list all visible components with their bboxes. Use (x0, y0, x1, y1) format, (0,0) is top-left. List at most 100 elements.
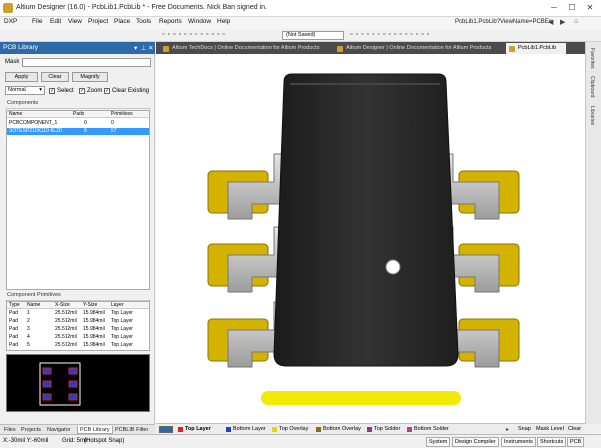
select-checkbox[interactable]: ✓ (49, 88, 55, 94)
mode-select[interactable]: Normal ▾ (5, 86, 45, 95)
magnify-button[interactable]: Magnify (72, 72, 108, 82)
mask-input[interactable] (22, 58, 151, 67)
zoom-label: Zoom (87, 88, 103, 94)
home-icon[interactable]: ⌂ (574, 18, 578, 25)
prim-layer: Top Layer (111, 334, 133, 340)
layer-tab-top[interactable]: Top Layer (178, 426, 211, 434)
nav-back-icon[interactable]: ◀ (548, 18, 553, 26)
component-row[interactable]: SOTESP210X110-6L20 6 57 (7, 128, 149, 135)
panel-pin-icon[interactable]: ⊥ (141, 44, 147, 52)
altium-logo-icon (3, 3, 13, 13)
instruments-button[interactable]: Instruments (501, 437, 536, 447)
clear-existing-checkbox[interactable]: ✓ (104, 88, 110, 94)
layer-swatch (178, 427, 183, 432)
layer-swatch (226, 427, 231, 432)
menu-help[interactable]: Help (217, 18, 230, 25)
layer-tab-bottom[interactable]: Bottom Layer (226, 426, 266, 434)
preview-pad (42, 393, 52, 401)
table-row[interactable]: Pad 4 25.512mil 15.984mil Top Layer (7, 334, 149, 341)
component-primitives: 0 (111, 120, 114, 126)
col-prim-name[interactable]: Name (27, 302, 40, 309)
pcb-library-panel: PCB Library ▾ ⊥ ✕ Mask Apply Clear Magni… (0, 42, 155, 424)
menu-view[interactable]: View (68, 18, 82, 25)
tab-designer-docs-label: Altium Designer | Online Documentation f… (346, 45, 492, 51)
layer-label: Bottom Solder (414, 426, 449, 432)
menu-reports[interactable]: Reports (159, 18, 182, 25)
layer-color-icon[interactable] (159, 426, 173, 433)
mask-label: Mask (5, 59, 20, 65)
footprint-preview[interactable] (6, 354, 150, 412)
close-button[interactable]: ✕ (581, 2, 599, 14)
document-path: PcbLib1.PcbLib?ViewName=PCBEc (455, 19, 552, 25)
layer-label: Top Layer (185, 426, 211, 432)
tab-projects[interactable]: Projects (19, 426, 43, 434)
tab-pcb-library[interactable]: PCB Library (77, 426, 113, 434)
pcb-button[interactable]: PCB (567, 437, 585, 447)
design-compiler-button[interactable]: Design Compiler (452, 437, 499, 447)
table-row[interactable]: Pad 5 25.512mil 15.984mil Top Layer (7, 342, 149, 349)
prim-xsize: 25.512mil (55, 310, 77, 316)
snap-mode: (Hotspot Snap) (84, 438, 125, 444)
tab-pcblib[interactable]: PcbLib1.PcbLib (506, 43, 566, 54)
components-header-row: Name Pads Primitives (7, 111, 149, 118)
primitives-grid: Type Name X-Size Y-Size Layer Pad 1 25.5… (6, 301, 150, 351)
prim-xsize: 25.512mil (55, 342, 77, 348)
prim-ysize: 15.984mil (83, 326, 105, 332)
col-ysize[interactable]: Y-Size (83, 302, 97, 309)
table-row[interactable]: Pad 1 25.512mil 15.984mil Top Layer (7, 310, 149, 317)
clear-layer-button[interactable]: Clear (568, 426, 581, 432)
title-bar: Altium Designer (16.0) - PcbLib1.PcbLib … (0, 0, 601, 17)
col-name[interactable]: Name (9, 111, 22, 118)
panel-menu-icon[interactable]: ▾ (134, 44, 137, 52)
layer-tab-bottom-solder[interactable]: Bottom Solder (407, 426, 449, 434)
minimize-button[interactable]: ─ (545, 2, 563, 14)
menu-window[interactable]: Window (188, 18, 211, 25)
unsaved-dropdown[interactable]: (Not Saved) (282, 31, 344, 40)
col-xsize[interactable]: X-Size (55, 302, 70, 309)
snap-button[interactable]: Snap (518, 426, 531, 432)
panel-title: PCB Library (3, 44, 39, 51)
layer-swatch (272, 427, 277, 432)
table-row[interactable]: Pad 3 25.512mil 15.984mil Top Layer (7, 326, 149, 333)
tab-techdocs[interactable]: Altium TechDocs | Online Documentation f… (160, 43, 328, 54)
menu-project[interactable]: Project (88, 18, 108, 25)
tab-files[interactable]: Files (2, 426, 18, 434)
menu-dxp[interactable]: DXP (4, 18, 17, 25)
tab-navigator[interactable]: Navigator (45, 426, 73, 434)
unsaved-label: (Not Saved) (286, 32, 316, 38)
col-pads[interactable]: Pads (73, 111, 84, 118)
mask-level-button[interactable]: Mask Level (536, 426, 564, 432)
tab-pcblib-filter[interactable]: PCBLIB Filter (113, 426, 150, 434)
component-row[interactable]: PCBCOMPONENT_1 0 0 (7, 120, 149, 127)
menu-tools[interactable]: Tools (136, 18, 151, 25)
col-type[interactable]: Type (9, 302, 20, 309)
system-button[interactable]: System (426, 437, 451, 447)
menu-place[interactable]: Place (114, 18, 130, 25)
menu-edit[interactable]: Edit (50, 18, 61, 25)
tab-libraries[interactable]: Libraries (589, 106, 595, 125)
nav-forward-icon[interactable]: ▶ (560, 18, 565, 26)
clear-button[interactable]: Clear (41, 72, 69, 82)
pcb-3d-viewport[interactable] (156, 54, 585, 423)
scroll-right-icon[interactable]: ▸ (506, 426, 509, 433)
footprint-preview-graphic (39, 362, 81, 406)
layer-tab-top-solder[interactable]: Top Solder (367, 426, 400, 434)
maximize-button[interactable]: ☐ (563, 2, 581, 14)
panel-close-icon[interactable]: ✕ (148, 44, 153, 52)
pcb-file-icon (509, 46, 515, 52)
apply-button[interactable]: Apply (5, 72, 38, 82)
prim-name: 2 (27, 318, 30, 324)
prim-type: Pad (9, 310, 18, 316)
menu-file[interactable]: File (32, 18, 42, 25)
zoom-checkbox[interactable]: ✓ (79, 88, 85, 94)
toolbar-icons-right: ▫▫▫▫▫▫▫▫▫▫▫▫▫▫▫ (350, 31, 433, 38)
tab-designer-docs[interactable]: Altium Designer | Online Documentation f… (334, 43, 502, 54)
tab-clipboard[interactable]: Clipboard (589, 76, 595, 97)
col-layer[interactable]: Layer (111, 302, 124, 309)
shortcuts-button[interactable]: Shortcuts (537, 437, 567, 447)
col-primitives[interactable]: Primitives (111, 111, 133, 118)
table-row[interactable]: Pad 2 25.512mil 15.984mil Top Layer (7, 318, 149, 325)
layer-tab-top-overlay[interactable]: Top Overlay (272, 426, 308, 434)
tab-favorites[interactable]: Favorites (589, 48, 595, 69)
layer-tab-bottom-overlay[interactable]: Bottom Overlay (316, 426, 361, 434)
